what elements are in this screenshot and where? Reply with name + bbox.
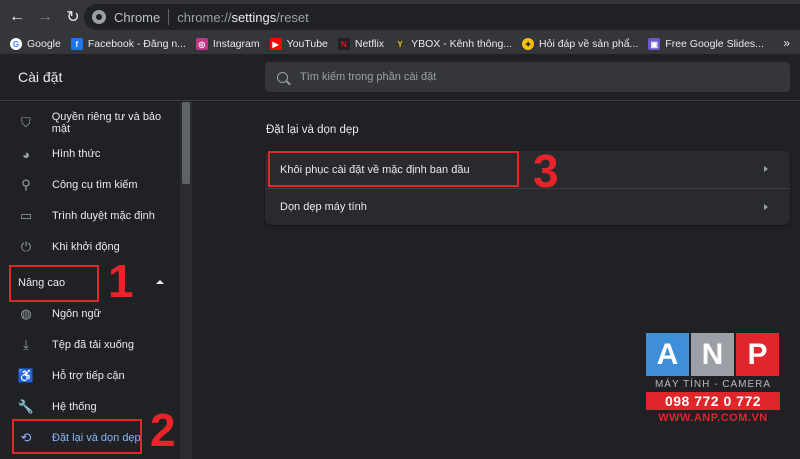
anp-watermark-logo: A N P MÁY TÍNH - CAMERA 098 772 0 772 WW… [646,333,780,424]
bookmark-label: Google [27,38,61,50]
site-info-icon[interactable] [92,10,106,24]
chevron-up-icon [156,280,164,284]
row-label: Dọn dẹp máy tính [280,201,367,213]
palette-icon: ◕ [22,146,30,162]
browser-toolbar: ← → ↻ Chrome chrome://settings/reset [0,0,800,34]
sidebar-scrollbar[interactable] [180,102,192,459]
logo-letter-n: N [691,333,734,376]
chevron-right-icon [764,204,768,210]
bookmark-item[interactable]: ▶ YouTube [269,38,328,50]
sidebar-item-search-engine[interactable]: ⚲ Công cụ tìm kiếm [0,170,180,200]
globe-icon: ◍ [20,306,32,321]
forward-button[interactable]: → [34,6,56,28]
logo-letter-p: P [736,333,779,376]
bookmark-label: Free Google Slides... [665,38,764,50]
sidebar-item-on-startup[interactable]: ⏻ Khi khởi động [0,232,180,262]
url-path: /reset [276,9,309,25]
sidebar-item-label: Hỗ trợ tiếp cận [52,370,125,382]
sidebar-item-languages[interactable]: ◍ Ngôn ngữ [0,299,180,329]
bookmark-label: YouTube [286,38,328,50]
annotation-box-1 [9,265,99,302]
annotation-number-3: 3 [533,145,559,197]
scrollbar-thumb[interactable] [182,102,190,184]
annotation-number-2: 2 [150,404,176,456]
bookmark-item[interactable]: Y YBOX - Kênh thông... [394,38,512,50]
sidebar-item-label: Hình thức [52,148,101,160]
accessibility-icon: ♿ [17,368,35,383]
arrow-left-icon: ← [9,8,25,25]
search-icon [277,71,288,83]
logo-phone: 098 772 0 772 [646,392,780,410]
chevron-right-icon [764,166,768,172]
bookmark-label: Netflix [354,38,385,50]
arrow-right-icon: → [37,8,53,25]
sidebar-item-downloads[interactable]: ⤓ Tệp đã tải xuống [0,330,180,360]
site-label: Chrome [114,9,161,25]
bookmark-label: Facebook - Đăng n... [87,38,186,50]
address-bar[interactable]: Chrome chrome://settings/reset [84,4,800,30]
bookmark-label: Instagram [212,38,260,50]
sidebar-item-appearance[interactable]: ◕ Hình thức [0,139,180,169]
shield-icon: ⛉ [20,115,31,130]
logo-subtitle: MÁY TÍNH - CAMERA [654,379,772,390]
youtube-icon: ▶ [269,38,282,50]
bookmark-label: Hỏi đáp về sản phẩ... [539,38,639,50]
annotation-number-1: 1 [108,255,134,307]
bookmark-item[interactable]: f Facebook - Đăng n... [70,38,186,50]
power-icon: ⏻ [20,239,32,254]
search-input[interactable] [300,71,760,83]
sidebar-item-default-browser[interactable]: ▭ Trình duyệt mặc định [0,201,180,231]
facebook-icon: f [70,38,83,50]
section-title: Đặt lại và dọn dẹp [266,124,359,136]
bookmark-label: YBOX - Kênh thông... [411,38,513,50]
browser-icon: ▭ [19,208,33,223]
settings-header: Cài đặt [0,54,800,101]
netflix-icon: N [337,38,350,50]
search-icon: ⚲ [21,177,31,192]
reload-icon: ↻ [66,9,80,26]
instagram-icon: ◎ [195,38,208,50]
wrench-icon: 🔧 [17,399,35,414]
logo-letter-a: A [646,333,689,376]
url-scheme: chrome:// [177,9,232,25]
divider [168,9,170,25]
url-host: settings [231,9,277,25]
logo-website: WWW.ANP.COM.VN [658,412,768,424]
bookmarks-bar: G Google f Facebook - Đăng n... ◎ Instagram ▶ Y… [0,34,800,54]
page-title: Cài đặt [18,69,63,85]
sidebar-item-label: Trình duyệt mặc định [52,210,155,222]
sidebar-item-label: Ngôn ngữ [52,308,101,320]
google-icon: G [10,38,22,50]
bookmark-item[interactable]: ▣ Free Google Slides... [648,38,764,50]
help-icon: ✦ [522,38,535,50]
annotation-box-3 [268,151,519,187]
annotation-box-2 [12,419,142,454]
slides-icon: ▣ [648,38,661,50]
back-button[interactable]: ← [6,6,28,28]
reload-button[interactable]: ↻ [62,6,84,28]
bookmark-item[interactable]: ✦ Hỏi đáp về sản phẩ... [522,38,638,50]
ybox-icon: Y [394,38,407,50]
sidebar-item-privacy[interactable]: ⛉ Quyền riêng tư và bảo mật [0,108,180,138]
download-icon: ⤓ [23,337,29,352]
settings-search[interactable] [265,62,790,92]
sidebar-item-label: Khi khởi động [52,241,120,253]
sidebar-item-label: Công cụ tìm kiếm [52,179,138,191]
bookmark-item[interactable]: N Netflix [337,38,385,50]
clean-up-computer-row[interactable]: Dọn dẹp máy tính [265,188,790,225]
bookmarks-overflow-button[interactable]: » [783,36,790,50]
sidebar-item-label: Hệ thống [52,401,97,413]
sidebar-item-accessibility[interactable]: ♿ Hỗ trợ tiếp cận [0,361,180,391]
sidebar-item-label: Quyền riêng tư và bảo mật [51,111,162,135]
bookmark-item[interactable]: ◎ Instagram [195,38,260,50]
sidebar-item-label: Tệp đã tải xuống [52,339,134,351]
logo-tiles: A N P [646,333,780,376]
bookmark-item[interactable]: G Google [10,38,61,50]
